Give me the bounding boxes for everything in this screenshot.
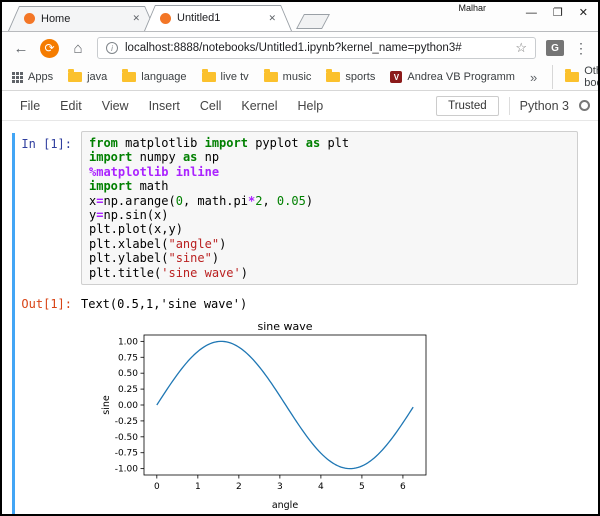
bookmark-label: java: [87, 71, 107, 83]
apps-shortcut[interactable]: Apps: [12, 71, 53, 83]
new-tab-button[interactable]: [296, 14, 330, 29]
output-text: Text(0.5,1,'sine wave'): [81, 297, 247, 311]
apps-label: Apps: [28, 71, 53, 83]
menu-edit[interactable]: Edit: [50, 99, 92, 113]
jupyter-favicon-icon: [160, 13, 171, 24]
svg-text:0.50: 0.50: [118, 369, 138, 379]
svg-text:4: 4: [318, 482, 324, 492]
bookmark-folder-java[interactable]: java: [68, 71, 107, 83]
svg-text:1.00: 1.00: [118, 337, 138, 347]
tab-title: Untitled1: [177, 12, 262, 24]
bookmarks-bar: Apps java language live tv music sports …: [2, 64, 598, 91]
apps-grid-icon: [12, 72, 23, 83]
selected-cell-indicator: [12, 133, 15, 516]
svg-text:2: 2: [236, 482, 242, 492]
code-cell: In [1]: from matplotlib import pyplot as…: [2, 131, 598, 285]
svg-text:-0.75: -0.75: [115, 449, 138, 459]
bookmark-star-icon[interactable]: ☆: [515, 40, 527, 56]
cell-output-plot: sine wave 0 1 2 3 4 5 6 -1.00 -0.75 -0.50 -0.25 0.00…: [98, 319, 598, 516]
svg-text:angle: angle: [272, 500, 299, 511]
folder-icon: [122, 72, 136, 82]
bookmark-folder-music[interactable]: music: [264, 71, 312, 83]
notebook-body: In [1]: from matplotlib import pyplot as…: [2, 121, 598, 516]
divider: [509, 97, 510, 115]
svg-text:5: 5: [359, 482, 365, 492]
minimize-button[interactable]: —: [526, 6, 537, 20]
title-bar: Malhar — ❐ ✕ Home ✕ Untitled1: [2, 2, 598, 32]
menu-view[interactable]: View: [92, 99, 139, 113]
browser-toolbar: ← ⟳ ⌂ i localhost:8888/notebooks/Untitle…: [2, 32, 598, 64]
trusted-button[interactable]: Trusted: [436, 96, 499, 116]
kernel-status-icon: [579, 100, 590, 111]
bookmark-label: Andrea VB Programm: [407, 71, 515, 83]
svg-text:-0.50: -0.50: [115, 433, 139, 443]
menu-insert[interactable]: Insert: [139, 99, 190, 113]
window-controls: — ❐ ✕: [526, 6, 588, 20]
bookmark-label: live tv: [221, 71, 249, 83]
site-favicon-icon: V: [390, 71, 402, 83]
menu-file[interactable]: File: [10, 99, 50, 113]
other-bookmarks-label: Other bookmarks: [584, 65, 600, 89]
google-extension-icon[interactable]: G: [546, 40, 564, 56]
kernel-name: Python 3: [520, 99, 569, 113]
svg-text:-1.00: -1.00: [115, 465, 139, 475]
svg-text:1: 1: [195, 482, 201, 492]
maximize-button[interactable]: ❐: [553, 6, 563, 20]
bookmark-folder-sports[interactable]: sports: [326, 71, 375, 83]
home-icon[interactable]: ⌂: [69, 40, 87, 57]
svg-text:0.75: 0.75: [118, 353, 138, 363]
bookmark-andrea-vb[interactable]: V Andrea VB Programm: [390, 71, 515, 83]
back-icon[interactable]: ←: [12, 40, 30, 57]
folder-icon: [565, 72, 579, 82]
tab-close-icon[interactable]: ✕: [132, 13, 140, 24]
menu-cell[interactable]: Cell: [190, 99, 232, 113]
svg-text:0: 0: [154, 482, 160, 492]
sine-plot: sine wave 0 1 2 3 4 5 6 -1.00 -0.75 -0.50 -0.25 0.00…: [98, 319, 438, 515]
close-button[interactable]: ✕: [579, 6, 588, 20]
bookmarks-overflow-icon[interactable]: »: [530, 70, 537, 85]
browser-menu-icon[interactable]: ⋮: [574, 40, 588, 57]
address-bar[interactable]: i localhost:8888/notebooks/Untitled1.ipy…: [97, 37, 536, 59]
tab-untitled1[interactable]: Untitled1 ✕: [144, 5, 292, 31]
svg-text:3: 3: [277, 482, 283, 492]
folder-icon: [326, 72, 340, 82]
output-cell: Out[1]: Text(0.5,1,'sine wave'): [2, 297, 598, 311]
watermark-text: Malhar: [458, 3, 486, 13]
jupyter-menubar: File Edit View Insert Cell Kernel Help T…: [2, 91, 598, 121]
menu-kernel[interactable]: Kernel: [231, 99, 287, 113]
other-bookmarks[interactable]: Other bookmarks: [552, 65, 600, 89]
tab-strip: Home ✕ Untitled1 ✕: [8, 5, 326, 31]
bookmark-label: music: [283, 71, 312, 83]
refresh-icon[interactable]: ⟳: [40, 39, 59, 58]
address-bar-input[interactable]: localhost:8888/notebooks/Untitled1.ipynb…: [125, 42, 508, 54]
code-cell-input[interactable]: from matplotlib import pyplot as pltimpo…: [81, 131, 578, 285]
folder-icon: [264, 72, 278, 82]
bookmark-folder-live-tv[interactable]: live tv: [202, 71, 249, 83]
site-info-icon[interactable]: i: [106, 42, 118, 54]
svg-text:6: 6: [400, 482, 406, 492]
folder-icon: [202, 72, 216, 82]
tab-home[interactable]: Home ✕: [8, 6, 156, 31]
tab-title: Home: [41, 13, 126, 25]
svg-text:sine: sine: [101, 395, 112, 415]
browser-window: Malhar — ❐ ✕ Home ✕ Untitled1: [0, 0, 600, 516]
bookmark-label: sports: [345, 71, 375, 83]
svg-text:0.00: 0.00: [118, 401, 138, 411]
bookmark-label: language: [141, 71, 186, 83]
svg-text:-0.25: -0.25: [115, 417, 138, 427]
tab-close-icon[interactable]: ✕: [268, 13, 276, 24]
bookmark-folder-language[interactable]: language: [122, 71, 186, 83]
folder-icon: [68, 72, 82, 82]
svg-text:0.25: 0.25: [118, 385, 138, 395]
svg-text:sine wave: sine wave: [257, 320, 312, 333]
jupyter-favicon-icon: [24, 13, 35, 24]
menu-help[interactable]: Help: [288, 99, 334, 113]
